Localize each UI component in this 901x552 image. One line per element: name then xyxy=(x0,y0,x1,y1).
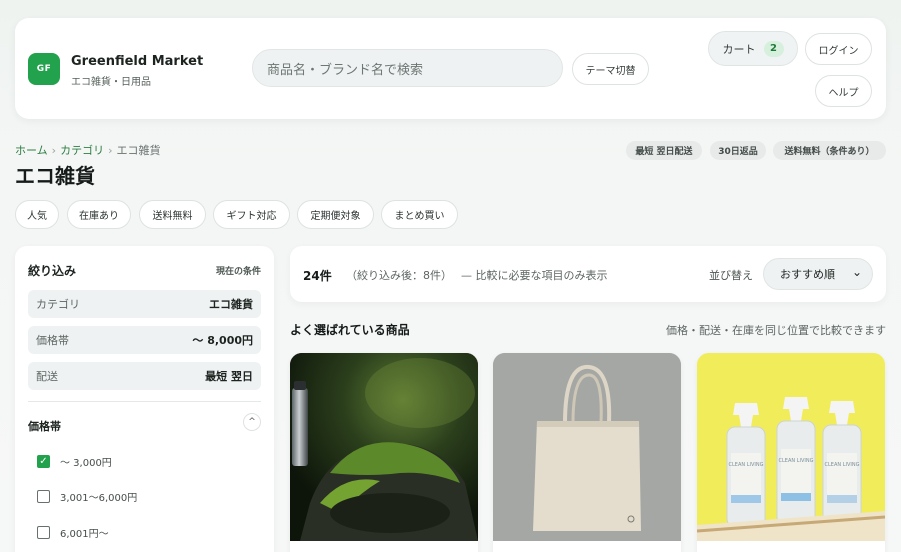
checkbox-checked-icon[interactable]: ✓ xyxy=(37,455,50,468)
breadcrumb-category[interactable]: カテゴリ xyxy=(60,144,104,157)
tag-delivery: 最短 翌日配送 xyxy=(626,141,702,160)
breadcrumb-separator: › xyxy=(51,144,57,157)
collapse-toggle-icon[interactable]: ^ xyxy=(243,413,261,431)
chip-gift[interactable]: ギフト対応 xyxy=(213,200,290,229)
breadcrumb: ホーム › カテゴリ › エコ雑貨 xyxy=(15,142,160,158)
logo-badge[interactable]: GF xyxy=(28,53,60,85)
product-image-bottle[interactable] xyxy=(290,353,478,541)
results-note: — 比較に必要な項目のみ表示 xyxy=(461,269,608,282)
login-button[interactable]: ログイン xyxy=(805,33,872,65)
result-count: 24件 xyxy=(303,269,332,283)
cart-button[interactable]: カート 2 xyxy=(708,31,798,66)
divider xyxy=(28,401,261,402)
tote-bag-illustration xyxy=(493,353,681,541)
checkbox-icon[interactable] xyxy=(37,490,50,503)
price-section-title: 価格帯 xyxy=(28,420,61,433)
cart-label: カート xyxy=(722,42,756,56)
page-title: エコ雑貨 xyxy=(15,164,95,188)
brand-name[interactable]: Greenfield Market xyxy=(71,54,203,69)
checkbox-icon[interactable] xyxy=(37,526,50,539)
price-option-under-3000[interactable]: ✓ 〜 3,000円 xyxy=(37,454,112,469)
tag-returns: 30日返品 xyxy=(710,141,766,160)
filtered-count: （絞り込み後：8件） xyxy=(346,269,452,282)
condition-key: 配送 xyxy=(36,370,58,383)
chip-free-shipping[interactable]: 送料無料 xyxy=(139,200,206,229)
product-card[interactable]: CLEAN LIVING CLEAN LIVING CLEAN LIVING xyxy=(697,353,885,552)
chip-in-stock[interactable]: 在庫あり xyxy=(67,200,131,229)
product-card[interactable] xyxy=(493,353,681,552)
sort-select[interactable]: おすすめ順 ⌄ xyxy=(763,258,873,290)
condition-delivery[interactable]: 配送 最短 翌日 xyxy=(28,362,261,390)
spray-bottle-label: CLEAN LIVING xyxy=(825,462,860,468)
price-option-label: 6,001円〜 xyxy=(60,529,109,540)
brand-subtitle: エコ雑貨・日用品 xyxy=(71,77,151,88)
results-bar: 24件 （絞り込み後：8件） — 比較に必要な項目のみ表示 並び替え おすすめ順… xyxy=(290,246,886,302)
price-option-3001-6000[interactable]: 3,001〜6,000円 xyxy=(37,489,137,504)
breadcrumb-home[interactable]: ホーム xyxy=(15,144,48,157)
sort-value: おすすめ順 xyxy=(780,268,835,281)
product-card[interactable] xyxy=(290,353,478,552)
breadcrumb-separator: › xyxy=(108,144,113,157)
price-option-label: 3,001〜6,000円 xyxy=(60,493,138,504)
help-button[interactable]: ヘルプ xyxy=(815,75,872,107)
current-conditions-label: 現在の条件 xyxy=(215,267,261,277)
sort-label: 並び替え xyxy=(709,269,753,282)
spray-bottle-label: CLEAN LIVING xyxy=(779,458,814,464)
condition-value: エコ雑貨 xyxy=(209,298,253,311)
filter-sidebar: 絞り込み 現在の条件 カテゴリ エコ雑貨 価格帯 〜 8,000円 配送 最短 … xyxy=(15,246,274,552)
spray-bottle-label: CLEAN LIVING xyxy=(729,462,764,468)
bottle-on-moss-illustration xyxy=(290,353,478,541)
condition-value: 〜 8,000円 xyxy=(192,334,253,347)
search-input[interactable]: 商品名・ブランド名で検索 xyxy=(252,49,563,87)
section-title: よく選ばれている商品 xyxy=(290,323,410,337)
section-note: 価格・配送・在庫を同じ位置で比較できます xyxy=(666,324,886,337)
product-image-spray[interactable]: CLEAN LIVING CLEAN LIVING CLEAN LIVING xyxy=(697,353,885,541)
cart-count-badge: 2 xyxy=(763,40,784,57)
condition-key: 価格帯 xyxy=(36,334,69,347)
price-option-label: 〜 3,000円 xyxy=(60,458,112,469)
chevron-down-icon: ⌄ xyxy=(851,265,862,279)
chip-popular[interactable]: 人気 xyxy=(15,200,59,229)
product-image-tote[interactable] xyxy=(493,353,681,541)
chip-subscription[interactable]: 定期便対象 xyxy=(297,200,374,229)
condition-value: 最短 翌日 xyxy=(205,370,253,383)
price-option-over-6001[interactable]: 6,001円〜 xyxy=(37,525,109,540)
condition-price[interactable]: 価格帯 〜 8,000円 xyxy=(28,326,261,354)
condition-category[interactable]: カテゴリ エコ雑貨 xyxy=(28,290,261,318)
theme-toggle-button[interactable]: テーマ切替 xyxy=(572,53,649,85)
tag-free-shipping: 送料無料（条件あり） xyxy=(773,141,886,160)
chip-bulk[interactable]: まとめ買い xyxy=(381,200,458,229)
breadcrumb-current: エコ雑貨 xyxy=(116,144,161,157)
filter-title: 絞り込み xyxy=(28,264,77,278)
condition-key: カテゴリ xyxy=(36,298,80,311)
site-header: GF Greenfield Market エコ雑貨・日用品 商品名・ブランド名で… xyxy=(15,18,886,119)
spray-bottles-illustration: CLEAN LIVING CLEAN LIVING CLEAN LIVING xyxy=(697,353,885,541)
